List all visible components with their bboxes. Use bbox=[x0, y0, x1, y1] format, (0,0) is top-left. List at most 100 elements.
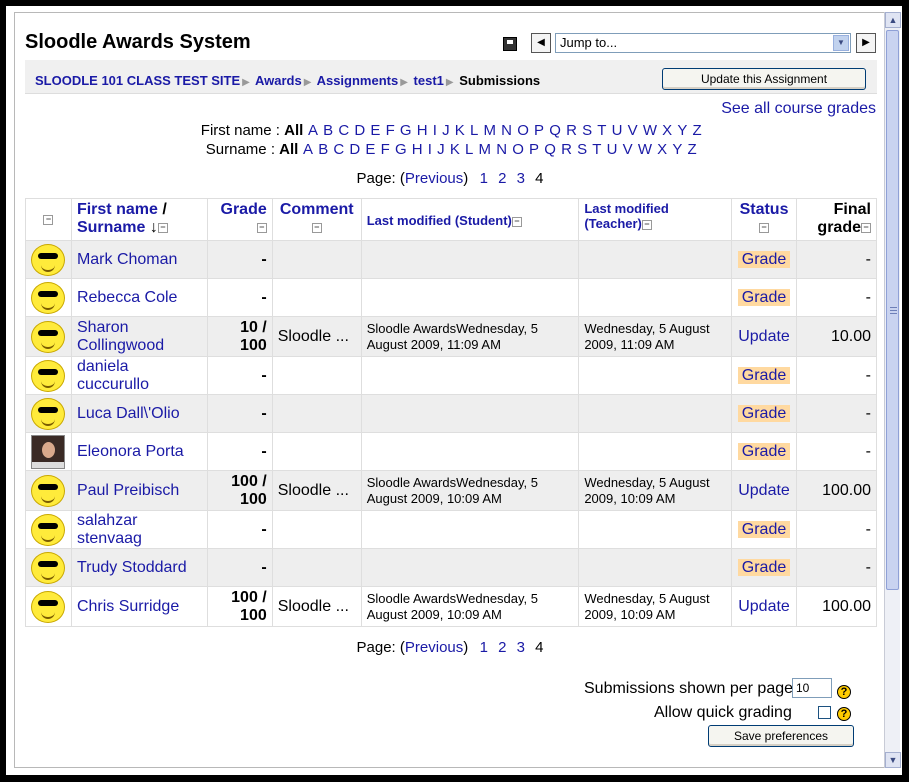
jump-prev-button[interactable]: ◀ bbox=[531, 33, 551, 53]
avatar[interactable] bbox=[31, 281, 66, 314]
avatar[interactable] bbox=[31, 434, 66, 469]
first-name-letter-w[interactable]: W bbox=[643, 122, 657, 139]
student-name-link[interactable]: Trudy Stoddard bbox=[77, 559, 187, 576]
surname-letter-j[interactable]: J bbox=[437, 141, 445, 158]
first-name-letter-x[interactable]: X bbox=[662, 122, 672, 139]
jump-to-select[interactable]: Jump to... ▼ bbox=[555, 33, 851, 53]
first-name-letter-u[interactable]: U bbox=[612, 122, 623, 139]
first-name-letter-l[interactable]: L bbox=[470, 122, 478, 139]
sort-grade[interactable]: Grade bbox=[221, 201, 267, 218]
grade-button[interactable]: Grade bbox=[737, 366, 791, 384]
first-name-letter-r[interactable]: R bbox=[566, 122, 577, 139]
first-name-letter-m[interactable]: M bbox=[484, 122, 497, 139]
first-name-letter-i[interactable]: I bbox=[433, 122, 437, 139]
surname-letter-w[interactable]: W bbox=[638, 141, 652, 158]
first-name-letter-p[interactable]: P bbox=[534, 122, 544, 139]
save-icon[interactable] bbox=[503, 37, 517, 51]
breadcrumb-test1[interactable]: test1 bbox=[414, 73, 444, 88]
see-all-grades-link[interactable]: See all course grades bbox=[721, 100, 876, 118]
surname-letter-b[interactable]: B bbox=[318, 141, 328, 158]
surname-letter-t[interactable]: T bbox=[592, 141, 601, 158]
first-name-letter-y[interactable]: Y bbox=[677, 122, 687, 139]
update-button[interactable]: Update bbox=[738, 328, 790, 345]
first-name-letter-k[interactable]: K bbox=[455, 122, 465, 139]
surname-letter-s[interactable]: S bbox=[577, 141, 587, 158]
first-name-letter-z[interactable]: Z bbox=[693, 122, 702, 139]
first-name-letter-v[interactable]: V bbox=[628, 122, 638, 139]
scroll-up-icon[interactable]: ▲ bbox=[885, 12, 901, 28]
surname-letter-z[interactable]: Z bbox=[688, 141, 697, 158]
pager-previous-link[interactable]: Previous bbox=[405, 639, 463, 656]
jump-next-button[interactable]: ▶ bbox=[856, 33, 876, 53]
surname-letter-a[interactable]: A bbox=[303, 141, 313, 158]
surname-letter-y[interactable]: Y bbox=[672, 141, 682, 158]
surname-letter-o[interactable]: O bbox=[512, 141, 524, 158]
sort-first-name[interactable]: First name bbox=[77, 201, 158, 218]
collapse-name-icon[interactable]: − bbox=[157, 222, 168, 233]
first-name-letter-j[interactable]: J bbox=[442, 122, 450, 139]
save-preferences-button[interactable]: Save preferences bbox=[708, 725, 854, 747]
collapse-teacher-icon[interactable]: − bbox=[641, 219, 652, 230]
surname-letter-i[interactable]: I bbox=[428, 141, 432, 158]
student-name-link[interactable]: Rebecca Cole bbox=[77, 289, 178, 306]
student-name-link[interactable]: Eleonora Porta bbox=[77, 443, 184, 460]
breadcrumb-assignments[interactable]: Assignments bbox=[317, 73, 399, 88]
first-name-letter-c[interactable]: C bbox=[338, 122, 349, 139]
surname-letter-u[interactable]: U bbox=[607, 141, 618, 158]
update-button[interactable]: Update bbox=[738, 482, 790, 499]
student-name-link[interactable]: daniela cuccurullo bbox=[77, 358, 149, 393]
scroll-down-icon[interactable]: ▼ bbox=[885, 752, 901, 768]
student-name-link[interactable]: Paul Preibisch bbox=[77, 482, 179, 499]
student-name-link[interactable]: Mark Choman bbox=[77, 251, 177, 268]
sort-surname[interactable]: Surname bbox=[77, 219, 145, 236]
sort-last-modified-student[interactable]: Last modified (Student) bbox=[367, 213, 512, 228]
student-name-link[interactable]: Sharon Collingwood bbox=[77, 319, 164, 354]
surname-letter-k[interactable]: K bbox=[450, 141, 460, 158]
surname-letter-p[interactable]: P bbox=[529, 141, 539, 158]
surname-letter-d[interactable]: D bbox=[349, 141, 360, 158]
first-name-letter-t[interactable]: T bbox=[597, 122, 606, 139]
first-name-letter-s[interactable]: S bbox=[582, 122, 592, 139]
grade-button[interactable]: Grade bbox=[737, 520, 791, 538]
vertical-scrollbar[interactable]: ▲ ▼ bbox=[884, 12, 901, 768]
student-name-link[interactable]: Chris Surridge bbox=[77, 598, 179, 615]
per-page-input[interactable] bbox=[792, 678, 832, 698]
breadcrumb-site[interactable]: SLOODLE 101 CLASS TEST SITE bbox=[35, 73, 240, 88]
first-name-letter-g[interactable]: G bbox=[400, 122, 412, 139]
sort-status[interactable]: Status bbox=[740, 201, 789, 218]
surname-letter-r[interactable]: R bbox=[561, 141, 572, 158]
first-name-letter-b[interactable]: B bbox=[323, 122, 333, 139]
surname-letter-v[interactable]: V bbox=[623, 141, 633, 158]
first-name-letter-d[interactable]: D bbox=[354, 122, 365, 139]
first-name-letter-h[interactable]: H bbox=[417, 122, 428, 139]
collapse-status-icon[interactable]: − bbox=[759, 222, 770, 233]
grade-button[interactable]: Grade bbox=[737, 288, 791, 306]
surname-letter-q[interactable]: Q bbox=[544, 141, 556, 158]
sort-last-modified-teacher[interactable]: Last modified (Teacher) bbox=[584, 201, 669, 231]
pager-page-3[interactable]: 3 bbox=[517, 639, 525, 656]
student-name-link[interactable]: Luca Dall\'Olio bbox=[77, 405, 180, 422]
first-name-letter-o[interactable]: O bbox=[517, 122, 529, 139]
collapse-student-icon[interactable]: − bbox=[511, 216, 522, 227]
avatar[interactable] bbox=[31, 320, 66, 353]
surname-letter-m[interactable]: M bbox=[479, 141, 492, 158]
pager-page-2[interactable]: 2 bbox=[498, 170, 506, 187]
scroll-thumb[interactable] bbox=[886, 30, 899, 590]
first-name-letter-a[interactable]: A bbox=[308, 122, 318, 139]
grade-button[interactable]: Grade bbox=[737, 250, 791, 268]
first-name-letter-e[interactable]: E bbox=[370, 122, 380, 139]
pager-page-3[interactable]: 3 bbox=[517, 170, 525, 187]
avatar[interactable] bbox=[31, 397, 66, 430]
collapse-final-icon[interactable]: − bbox=[861, 222, 871, 233]
quick-grading-checkbox[interactable] bbox=[818, 706, 831, 719]
update-assignment-button[interactable]: Update this Assignment bbox=[662, 68, 866, 90]
help-icon[interactable]: ? bbox=[837, 685, 851, 699]
collapse-comment-icon[interactable]: − bbox=[311, 222, 322, 233]
grade-button[interactable]: Grade bbox=[737, 442, 791, 460]
student-name-link[interactable]: salahzar stenvaag bbox=[77, 512, 142, 547]
surname-letter-c[interactable]: C bbox=[333, 141, 344, 158]
sort-comment[interactable]: Comment bbox=[280, 201, 354, 218]
grade-button[interactable]: Grade bbox=[737, 558, 791, 576]
surname-letter-e[interactable]: E bbox=[365, 141, 375, 158]
first-name-letter-n[interactable]: N bbox=[501, 122, 512, 139]
